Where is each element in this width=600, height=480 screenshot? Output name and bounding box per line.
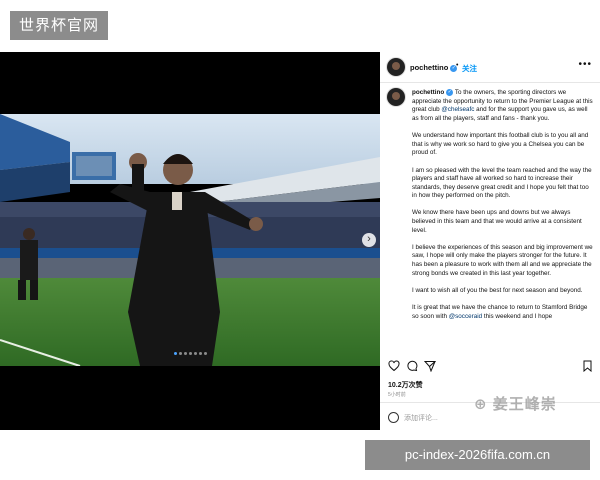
instagram-post: › pochettino ✓ • 关注 ••• pochettino ✓ To th… [0,52,600,430]
likes-count[interactable]: 10.2万次赞 [388,380,423,390]
post-actions [380,360,600,376]
caption-avatar[interactable] [387,88,405,106]
separator-dot: • [456,62,459,69]
caption-paragraph-1: pochettino ✓ To the owners, the sporting … [412,89,594,124]
carousel-dot [173,352,177,355]
header-username-text[interactable]: pochettino [410,63,448,72]
post-header: pochettino ✓ • 关注 ••• [380,52,600,83]
watermark-logo-text: 姜王峰崇 [492,396,557,413]
caption-paragraph-5: I believe the experiences of this season… [412,243,593,277]
watermark-top: 世界杯官网 [10,11,108,40]
add-comment-input[interactable]: 添加评论... [404,413,438,423]
carousel-dot [183,352,187,355]
carousel-dot [193,352,197,355]
carousel-dots [0,352,380,355]
post-time: 5小时前 [388,392,406,398]
carousel-dot [198,352,202,355]
caption-paragraph-2: We understand how important this footbal… [412,132,589,157]
emoji-icon[interactable] [388,412,399,423]
bookmark-icon[interactable] [582,360,593,372]
caption-text: this weekend and I hope [482,312,553,320]
caption-paragraph-4: We know there have been ups and downs bu… [412,209,582,234]
carousel-dot [203,352,207,355]
caption-paragraph-6: I want to wish all of you the best for n… [412,286,583,294]
watermark-logo: ⊕ 姜王峰崇 [474,396,557,413]
avatar[interactable] [387,58,405,76]
comment-icon[interactable] [406,360,418,372]
follow-button[interactable]: 关注 [462,63,477,74]
carousel-dot [178,352,182,355]
caption-paragraph-7: It is great that we have the chance to r… [412,304,594,321]
mention-chelseafc[interactable]: @chelseafc [441,106,474,113]
post-side-panel: pochettino ✓ • 关注 ••• pochettino ✓ To the … [380,52,600,430]
caption-username[interactable]: pochettino [412,89,444,96]
stadium-photo [0,52,380,430]
more-horizontal-icon[interactable]: ••• [578,59,592,70]
share-icon[interactable] [424,360,436,372]
post-photo: › [0,52,380,430]
heart-icon[interactable] [388,360,400,372]
next-slide-button[interactable]: › [362,233,376,247]
mention-socceraid[interactable]: @socceraid [449,313,482,320]
post-caption: pochettino ✓ To the owners, the sporting … [412,89,594,357]
header-username[interactable]: pochettino ✓ [410,63,458,72]
watermark-bottom: pc-index-2026fifa.com.cn [365,440,590,470]
carousel-dot [188,352,192,355]
caption-paragraph-3: I am so pleased with the level the team … [412,166,592,200]
